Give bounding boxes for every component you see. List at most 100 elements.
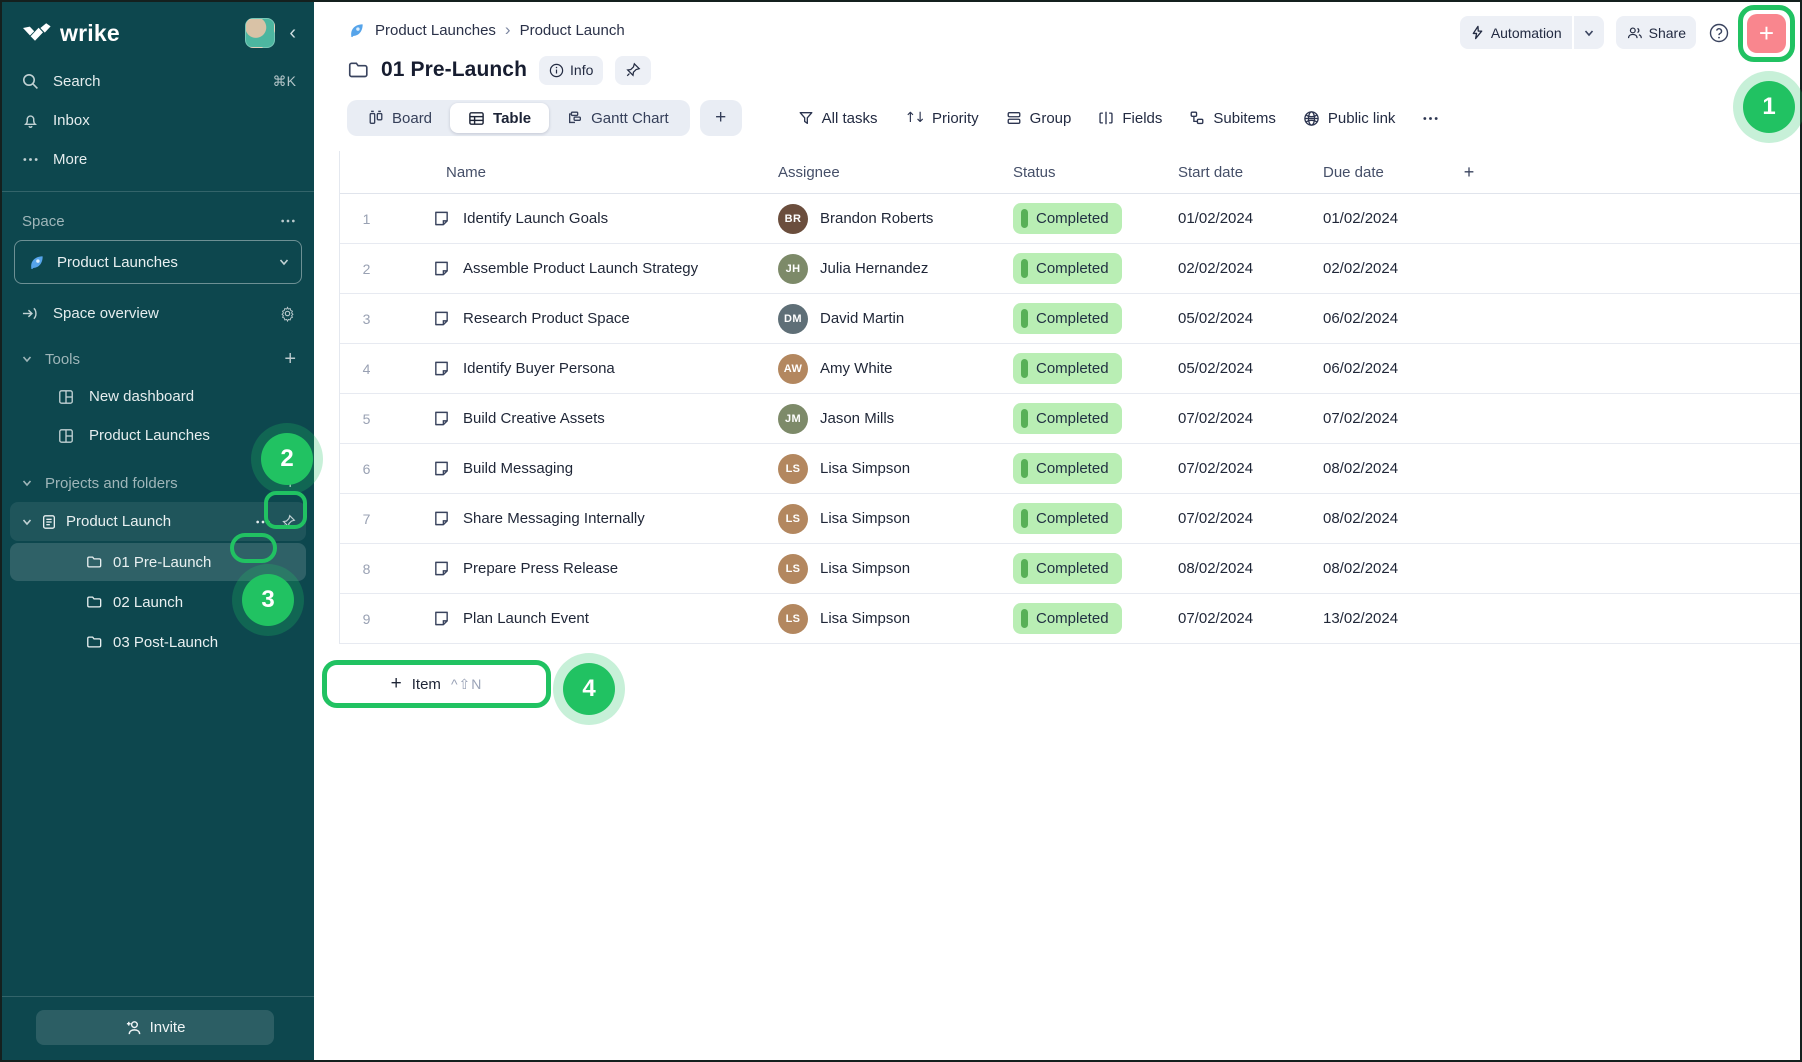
task-name[interactable]: Identify Buyer Persona — [463, 360, 615, 377]
sidebar-item-folder-02-launch[interactable]: 02 Launch — [10, 583, 306, 621]
task-name[interactable]: Identify Launch Goals — [463, 210, 608, 227]
help-icon[interactable] — [1708, 22, 1730, 44]
automation-button[interactable]: Automation — [1460, 16, 1572, 49]
due-date[interactable]: 06/02/2024 — [1323, 310, 1443, 327]
space-menu-icon[interactable] — [280, 213, 296, 229]
sidebar-item-product-launch-project[interactable]: Product Launch — [10, 502, 306, 541]
sidebar-item-more[interactable]: More — [2, 140, 314, 179]
start-date[interactable]: 05/02/2024 — [1178, 360, 1323, 377]
share-button[interactable]: Share — [1616, 16, 1696, 49]
start-date[interactable]: 07/02/2024 — [1178, 460, 1323, 477]
tab-gantt-chart[interactable]: Gantt Chart — [549, 103, 687, 133]
task-name[interactable]: Assemble Product Launch Strategy — [463, 260, 698, 277]
sidebar-item-folder-01-pre-launch[interactable]: 01 Pre-Launch — [10, 543, 306, 581]
wrike-logo[interactable]: wrike — [22, 20, 120, 47]
add-column-button[interactable]: + — [1443, 162, 1495, 183]
add-view-button[interactable]: + — [700, 100, 742, 136]
projects-section-header[interactable]: Projects and folders + — [2, 465, 314, 501]
assignee-avatar[interactable]: LS — [778, 554, 808, 584]
sidebar-item-folder-03-post-launch[interactable]: 03 Post-Launch — [10, 623, 306, 661]
status-badge[interactable]: Completed — [1013, 303, 1122, 334]
due-date[interactable]: 08/02/2024 — [1323, 460, 1443, 477]
start-date[interactable]: 08/02/2024 — [1178, 560, 1323, 577]
group-button[interactable]: Group — [1006, 110, 1072, 127]
user-avatar[interactable] — [245, 18, 275, 48]
due-date[interactable]: 01/02/2024 — [1323, 210, 1443, 227]
column-header-status[interactable]: Status — [1013, 164, 1178, 181]
sort-button[interactable]: ↑↓ Priority — [905, 110, 979, 127]
status-badge[interactable]: Completed — [1013, 503, 1122, 534]
sidebar-collapse-icon[interactable]: ‹ — [285, 20, 300, 47]
gear-icon[interactable] — [279, 305, 296, 322]
assignee-avatar[interactable]: BR — [778, 204, 808, 234]
due-date[interactable]: 08/02/2024 — [1323, 510, 1443, 527]
due-date[interactable]: 08/02/2024 — [1323, 560, 1443, 577]
sidebar-item-inbox[interactable]: Inbox — [2, 101, 314, 140]
add-tool-icon[interactable]: + — [284, 348, 296, 371]
project-menu-icon[interactable] — [255, 514, 271, 530]
info-button[interactable]: Info — [539, 56, 603, 85]
table-row[interactable]: 1 Identify Launch Goals BR Brandon Rober… — [340, 194, 1800, 244]
status-badge[interactable]: Completed — [1013, 603, 1122, 634]
sidebar-item-space-overview[interactable]: Space overview — [2, 294, 314, 333]
status-badge[interactable]: Completed — [1013, 403, 1122, 434]
table-row[interactable]: 5 Build Creative Assets JM Jason Mills C… — [340, 394, 1800, 444]
assignee-avatar[interactable]: LS — [778, 454, 808, 484]
filter-button[interactable]: All tasks — [798, 110, 878, 127]
status-badge[interactable]: Completed — [1013, 553, 1122, 584]
automation-dropdown-button[interactable] — [1574, 16, 1604, 49]
assignee-avatar[interactable]: LS — [778, 504, 808, 534]
task-name[interactable]: Plan Launch Event — [463, 610, 589, 627]
breadcrumb-project[interactable]: Product Launch — [520, 22, 625, 39]
status-badge[interactable]: Completed — [1013, 253, 1122, 284]
space-selector[interactable]: Product Launches — [14, 240, 302, 284]
start-date[interactable]: 07/02/2024 — [1178, 410, 1323, 427]
task-name[interactable]: Research Product Space — [463, 310, 630, 327]
sidebar-item-search[interactable]: Search ⌘K — [2, 62, 314, 101]
table-row[interactable]: 6 Build Messaging LS Lisa Simpson Comple… — [340, 444, 1800, 494]
task-name[interactable]: Share Messaging Internally — [463, 510, 645, 527]
task-name[interactable]: Prepare Press Release — [463, 560, 618, 577]
add-project-icon[interactable]: + — [284, 472, 296, 495]
task-name[interactable]: Build Messaging — [463, 460, 573, 477]
due-date[interactable]: 07/02/2024 — [1323, 410, 1443, 427]
assignee-avatar[interactable]: JM — [778, 404, 808, 434]
tab-table[interactable]: Table — [450, 103, 549, 133]
pin-button[interactable] — [615, 56, 651, 85]
assignee-avatar[interactable]: LS — [778, 604, 808, 634]
fields-button[interactable]: Fields — [1098, 110, 1162, 127]
subitems-button[interactable]: Subitems — [1189, 110, 1276, 127]
task-name[interactable]: Build Creative Assets — [463, 410, 605, 427]
breadcrumb-space[interactable]: Product Launches — [375, 22, 496, 39]
invite-button[interactable]: Invite — [36, 1010, 274, 1045]
tab-board[interactable]: Board — [350, 103, 450, 133]
start-date[interactable]: 05/02/2024 — [1178, 310, 1323, 327]
start-date[interactable]: 01/02/2024 — [1178, 210, 1323, 227]
sidebar-item-product-launches-dashboard[interactable]: Product Launches — [2, 416, 314, 455]
due-date[interactable]: 06/02/2024 — [1323, 360, 1443, 377]
table-row[interactable]: 3 Research Product Space DM David Martin… — [340, 294, 1800, 344]
due-date[interactable]: 02/02/2024 — [1323, 260, 1443, 277]
add-item-button[interactable]: + Item ^⇧N — [322, 660, 551, 708]
toolbar-more-button[interactable] — [1422, 110, 1439, 127]
start-date[interactable]: 07/02/2024 — [1178, 510, 1323, 527]
table-row[interactable]: 9 Plan Launch Event LS Lisa Simpson Comp… — [340, 594, 1800, 644]
tools-section-header[interactable]: Tools + — [2, 341, 314, 377]
sidebar-item-new-dashboard[interactable]: New dashboard — [2, 377, 314, 416]
status-badge[interactable]: Completed — [1013, 353, 1122, 384]
table-row[interactable]: 4 Identify Buyer Persona AW Amy White Co… — [340, 344, 1800, 394]
table-row[interactable]: 7 Share Messaging Internally LS Lisa Sim… — [340, 494, 1800, 544]
public-link-button[interactable]: Public link — [1303, 110, 1396, 127]
pin-icon[interactable] — [281, 514, 296, 529]
due-date[interactable]: 13/02/2024 — [1323, 610, 1443, 627]
column-header-due-date[interactable]: Due date — [1323, 164, 1443, 181]
start-date[interactable]: 02/02/2024 — [1178, 260, 1323, 277]
column-header-start-date[interactable]: Start date — [1178, 164, 1323, 181]
status-badge[interactable]: Completed — [1013, 203, 1122, 234]
assignee-avatar[interactable]: JH — [778, 254, 808, 284]
create-new-button[interactable]: + — [1747, 14, 1786, 53]
column-header-assignee[interactable]: Assignee — [778, 164, 1013, 181]
assignee-avatar[interactable]: DM — [778, 304, 808, 334]
start-date[interactable]: 07/02/2024 — [1178, 610, 1323, 627]
column-header-name[interactable]: Name — [393, 164, 778, 181]
